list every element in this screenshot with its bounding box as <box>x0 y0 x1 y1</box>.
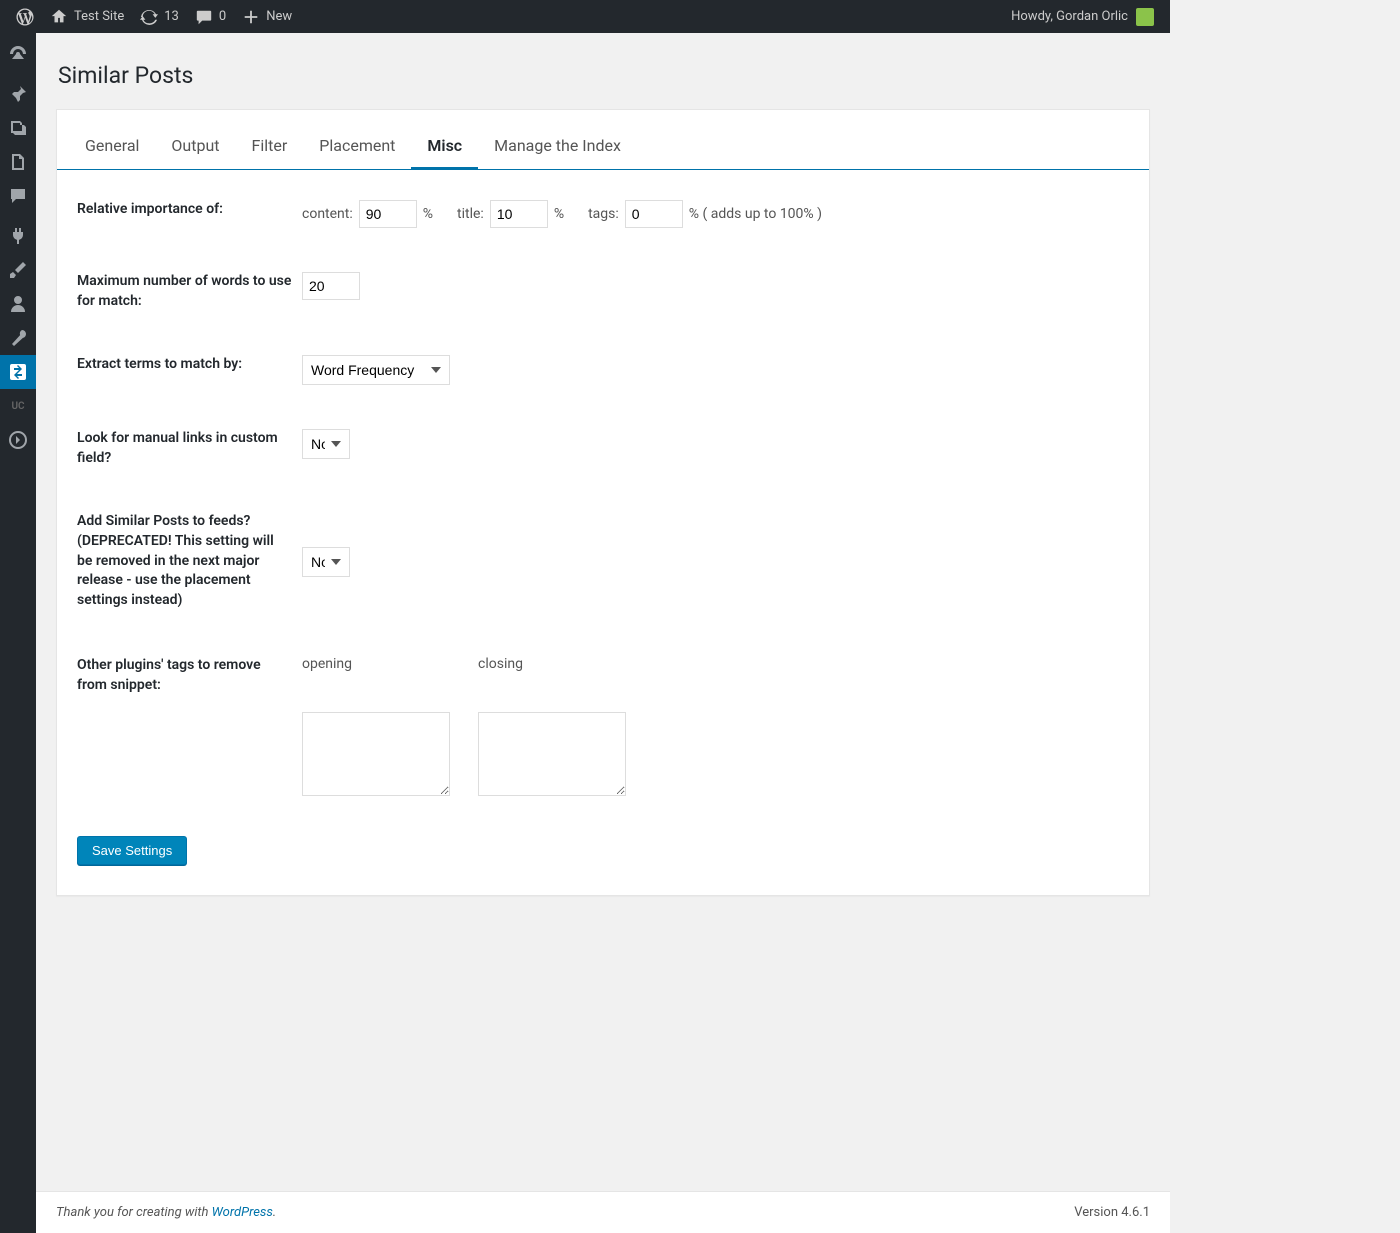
update-icon <box>140 8 158 26</box>
closing-header: closing <box>478 656 626 672</box>
opening-header: opening <box>302 656 450 672</box>
label-max-words: Maximum number of words to use for match… <box>77 272 302 311</box>
content-input[interactable] <box>359 200 417 228</box>
menu-collapse[interactable] <box>0 423 36 457</box>
transfer-icon <box>8 362 28 382</box>
chevron-right-circle-icon <box>8 430 28 450</box>
greeting: Howdy, Gordan Orlic <box>1011 9 1128 24</box>
new-label: New <box>266 9 292 24</box>
menu-users[interactable] <box>0 287 36 321</box>
content-sublabel: content: <box>302 206 353 222</box>
closing-textarea[interactable] <box>478 712 626 796</box>
comment-icon <box>195 8 213 26</box>
label-manual-links: Look for manual links in custom field? <box>77 429 302 468</box>
comments-link[interactable]: 0 <box>187 0 234 33</box>
new-link[interactable]: New <box>234 0 300 33</box>
extract-select[interactable]: Word Frequency <box>302 355 450 385</box>
plug-icon <box>8 226 28 246</box>
site-name-label: Test Site <box>74 9 124 24</box>
footer-thankyou: Thank you for creating with WordPress. <box>56 1205 276 1220</box>
manual-links-select[interactable]: No <box>302 429 350 459</box>
avatar <box>1136 8 1154 26</box>
media-icon <box>8 118 28 138</box>
opening-textarea[interactable] <box>302 712 450 796</box>
page-title: Similar Posts <box>58 62 1150 89</box>
tags-input[interactable] <box>625 200 683 228</box>
menu-media[interactable] <box>0 111 36 145</box>
settings-panel: General Output Filter Placement Misc Man… <box>56 109 1150 896</box>
menu-uc[interactable]: UC <box>0 389 36 423</box>
menu-pages[interactable] <box>0 145 36 179</box>
home-icon <box>50 8 68 26</box>
menu-posts[interactable] <box>0 77 36 111</box>
save-button[interactable]: Save Settings <box>77 836 187 865</box>
menu-plugins[interactable] <box>0 219 36 253</box>
menu-similar-posts[interactable] <box>0 355 36 389</box>
wordpress-link[interactable]: WordPress <box>212 1205 273 1220</box>
menu-appearance[interactable] <box>0 253 36 287</box>
footer-version: Version 4.6.1 <box>1074 1205 1150 1220</box>
content-pct: % <box>423 206 433 222</box>
label-snippet: Other plugins' tags to remove from snipp… <box>77 656 302 695</box>
feeds-select[interactable]: No <box>302 547 350 577</box>
site-link[interactable]: Test Site <box>42 0 132 33</box>
label-feeds: Add Similar Posts to feeds? (DEPRECATED!… <box>77 512 302 610</box>
pin-icon <box>8 84 28 104</box>
dashboard-icon <box>8 44 28 64</box>
tags-sublabel: tags: <box>588 206 619 222</box>
comments-icon <box>8 186 28 206</box>
user-icon <box>8 294 28 314</box>
tab-manage-index[interactable]: Manage the Index <box>478 126 637 169</box>
updates-count: 13 <box>164 9 179 24</box>
menu-comments[interactable] <box>0 179 36 213</box>
label-extract: Extract terms to match by: <box>77 355 302 375</box>
wrench-icon <box>8 328 28 348</box>
tab-output[interactable]: Output <box>155 126 235 169</box>
title-pct: % <box>554 206 564 222</box>
title-input[interactable] <box>490 200 548 228</box>
brush-icon <box>8 260 28 280</box>
tab-placement[interactable]: Placement <box>303 126 411 169</box>
comments-count: 0 <box>219 9 226 24</box>
wp-logo[interactable] <box>8 0 42 33</box>
pages-icon <box>8 152 28 172</box>
tab-misc[interactable]: Misc <box>411 126 478 169</box>
wordpress-icon <box>16 8 34 26</box>
label-importance: Relative importance of: <box>77 200 302 220</box>
title-sublabel: title: <box>457 206 484 222</box>
importance-note: % ( adds up to 100% ) <box>689 206 822 222</box>
updates-link[interactable]: 13 <box>132 0 187 33</box>
tab-general[interactable]: General <box>69 126 155 169</box>
max-words-input[interactable] <box>302 272 360 300</box>
plus-icon <box>242 8 260 26</box>
tab-filter[interactable]: Filter <box>236 126 304 169</box>
menu-dashboard[interactable] <box>0 37 36 71</box>
user-account[interactable]: Howdy, Gordan Orlic <box>1003 0 1162 33</box>
menu-tools[interactable] <box>0 321 36 355</box>
